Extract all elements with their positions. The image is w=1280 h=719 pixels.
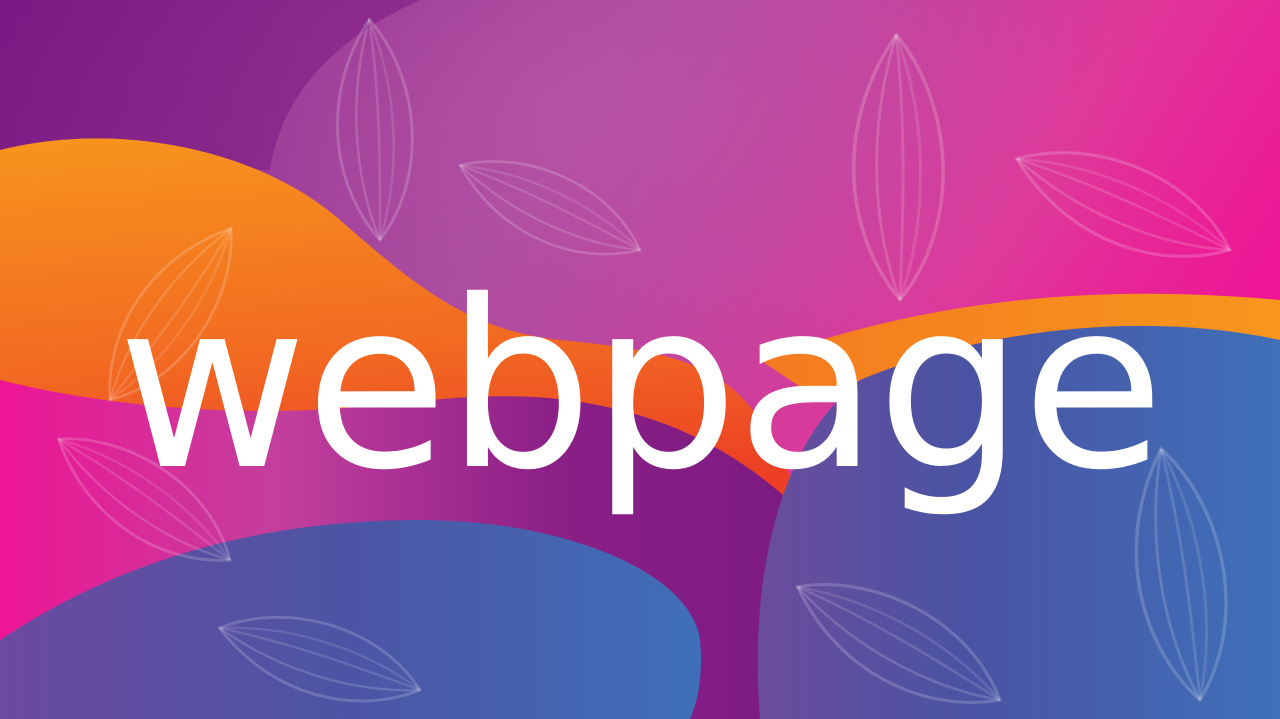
headline-text: webpage	[117, 251, 1164, 521]
hero-banner: webpage	[0, 0, 1280, 719]
